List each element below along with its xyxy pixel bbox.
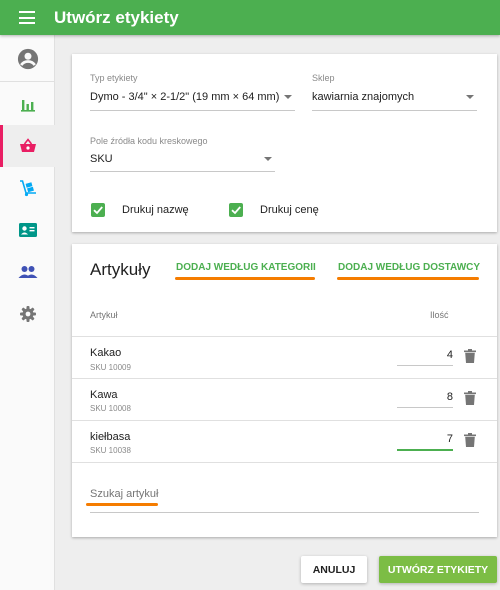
quantity-input[interactable]: 8: [397, 391, 453, 403]
add-by-category-button[interactable]: DODAJ WEDŁUG KATEGORII: [176, 262, 316, 273]
item-sku: SKU 10009: [90, 363, 131, 372]
search-highlight-underline: [86, 503, 158, 506]
table-divider: [72, 462, 497, 463]
sidebar-item-customers[interactable]: [0, 209, 55, 251]
checkmark-icon: [231, 206, 241, 215]
item-name: Kakao: [90, 347, 122, 359]
barcode-source-label: Pole źródła kodu kreskowego: [90, 136, 208, 146]
shopping-basket-icon: [19, 138, 36, 152]
quantity-underline: [397, 407, 453, 408]
label-settings-card: Typ etykiety Dymo - 3/4" × 2-1/2" (19 mm…: [72, 54, 497, 232]
sidebar-item-employees[interactable]: [0, 251, 55, 293]
barcode-source-underline: [90, 171, 275, 172]
items-card: Artykuły DODAJ WEDŁUG KATEGORII DODAJ WE…: [72, 244, 497, 537]
app-bar: Utwórz etykiety: [0, 0, 500, 35]
category-highlight-underline: [175, 277, 315, 280]
search-underline: [90, 512, 479, 513]
delete-icon[interactable]: [464, 349, 476, 363]
create-labels-button[interactable]: UTWÓRZ ETYKIETY: [379, 556, 497, 583]
chevron-down-icon: [284, 95, 292, 99]
column-header-item: Artykuł: [90, 310, 118, 320]
print-name-checkbox[interactable]: [91, 203, 105, 217]
chevron-down-icon: [264, 157, 272, 161]
sidebar-item-inventory[interactable]: [0, 167, 55, 209]
items-title: Artykuły: [90, 260, 151, 279]
label-type-select[interactable]: Dymo - 3/4" × 2-1/2" (19 mm × 64 mm): [90, 91, 279, 103]
settings-icon: [19, 306, 36, 322]
cancel-button[interactable]: ANULUJ: [301, 556, 367, 583]
delete-icon[interactable]: [464, 433, 476, 447]
store-underline: [312, 110, 477, 111]
print-price-label: Drukuj cenę: [260, 204, 319, 216]
dolly-icon: [19, 180, 36, 197]
quantity-input[interactable]: 7: [397, 433, 453, 445]
contact-card-icon: [18, 223, 37, 237]
table-divider: [72, 420, 497, 421]
barcode-source-select[interactable]: SKU: [90, 153, 113, 165]
table-divider: [72, 336, 497, 337]
quantity-underline: [397, 365, 453, 366]
table-divider: [72, 378, 497, 379]
item-name: kiełbasa: [90, 431, 131, 443]
checkmark-icon: [93, 206, 103, 215]
sidebar-item-products[interactable]: [0, 125, 55, 167]
item-sku: SKU 10008: [90, 404, 131, 413]
sidebar-item-settings[interactable]: [0, 293, 55, 335]
print-name-label: Drukuj nazwę: [122, 204, 189, 216]
print-price-checkbox[interactable]: [229, 203, 243, 217]
item-name: Kawa: [90, 389, 118, 401]
quantity-input[interactable]: 4: [397, 349, 453, 361]
quantity-underline-focused: [397, 449, 453, 451]
menu-icon[interactable]: [19, 11, 35, 24]
supplier-highlight-underline: [337, 277, 479, 280]
column-header-qty: Ilość: [430, 310, 449, 320]
people-icon: [18, 266, 37, 278]
label-type-underline: [90, 110, 295, 111]
label-type-label: Typ etykiety: [90, 73, 138, 83]
account-circle-icon: [17, 48, 38, 70]
sidebar-item-reports[interactable]: [0, 83, 55, 125]
sidebar: [0, 35, 55, 590]
page-title: Utwórz etykiety: [54, 8, 179, 27]
search-item-input[interactable]: Szukaj artykuł: [90, 488, 158, 500]
item-sku: SKU 10038: [90, 446, 131, 455]
sidebar-item-account[interactable]: [0, 38, 55, 80]
bar-chart-icon: [20, 100, 35, 112]
sidebar-divider: [0, 81, 55, 82]
add-by-supplier-button[interactable]: DODAJ WEDŁUG DOSTAWCY: [338, 262, 480, 273]
chevron-down-icon: [466, 95, 474, 99]
delete-icon[interactable]: [464, 391, 476, 405]
store-select[interactable]: kawiarnia znajomych: [312, 91, 414, 103]
store-label: Sklep: [312, 73, 335, 83]
